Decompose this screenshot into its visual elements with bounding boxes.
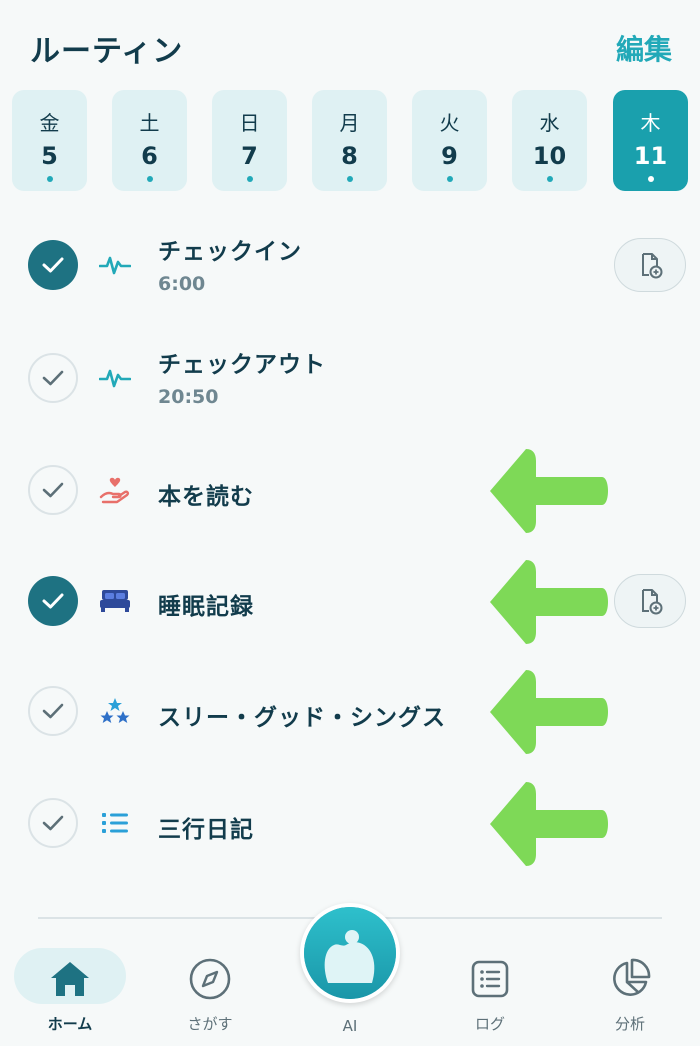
checkmark-icon[interactable] — [28, 353, 78, 403]
activity-dot — [146, 176, 153, 182]
day-of-week: 水 — [539, 111, 560, 135]
routine-time: 6:00 — [158, 273, 206, 295]
bed-icon — [98, 584, 132, 618]
add-note-button[interactable] — [614, 574, 686, 628]
ai-mascot-icon — [304, 907, 396, 999]
nav-analysis[interactable]: 分析 — [570, 919, 690, 1046]
routine-row-three-good-things[interactable]: スリー・グッド・シングス — [0, 656, 700, 766]
activity-dot — [647, 176, 654, 182]
routine-label: 本を読む — [158, 484, 254, 510]
compass-icon — [186, 955, 234, 1003]
page-title: ルーティン — [30, 34, 184, 69]
day-tue[interactable]: 火 9 — [412, 90, 487, 191]
routine-row-read-book[interactable]: 本を読む — [0, 435, 700, 545]
routine-label: 三行日記 — [158, 817, 254, 843]
day-of-week: 土 — [139, 111, 160, 135]
routine-time: 20:50 — [158, 386, 219, 408]
day-thu-selected[interactable]: 木 11 — [613, 90, 688, 191]
activity-dot — [546, 176, 553, 182]
add-note-button[interactable] — [614, 238, 686, 292]
day-mon[interactable]: 月 8 — [312, 90, 387, 191]
day-number: 6 — [141, 142, 158, 170]
routine-label: チェックイン — [158, 239, 302, 265]
day-sat[interactable]: 土 6 — [112, 90, 187, 191]
day-of-week: 月 — [339, 111, 360, 135]
day-of-week: 木 — [640, 111, 661, 135]
day-number: 7 — [241, 142, 258, 170]
nav-label-ai: AI — [342, 1017, 358, 1035]
heart-hand-icon — [98, 473, 132, 507]
left-arrow-annotation — [490, 560, 608, 644]
left-arrow-annotation — [490, 449, 608, 533]
day-number: 10 — [532, 142, 567, 170]
routine-row-checkin[interactable]: チェックイン 6:00 — [0, 210, 700, 320]
nav-home[interactable]: ホーム — [10, 919, 130, 1046]
checkmark-icon[interactable] — [28, 686, 78, 736]
ai-assistant-button[interactable] — [300, 903, 400, 1003]
pulse-icon — [98, 361, 132, 395]
routine-row-checkout[interactable]: チェックアウト 20:50 — [0, 322, 700, 432]
day-wed[interactable]: 水 10 — [512, 90, 587, 191]
day-of-week: 火 — [439, 111, 460, 135]
header: ルーティン 編集 — [0, 0, 700, 90]
left-arrow-annotation — [490, 782, 608, 866]
routine-row-sleep-record[interactable]: 睡眠記録 — [0, 545, 700, 655]
day-of-week: 金 — [39, 111, 60, 135]
nav-log[interactable]: ログ — [430, 919, 550, 1046]
checkmark-icon[interactable] — [28, 240, 78, 290]
activity-dot — [246, 176, 253, 182]
nav-label: さがす — [187, 1015, 233, 1033]
edit-button[interactable]: 編集 — [616, 28, 672, 68]
list-icon — [98, 806, 132, 840]
day-of-week: 日 — [239, 111, 260, 135]
date-strip: 金 5 土 6 日 7 月 8 火 9 水 10 木 11 — [12, 90, 688, 191]
routine-row-three-line-diary[interactable]: 三行日記 — [0, 768, 700, 878]
add-document-icon — [642, 253, 663, 279]
routine-label: スリー・グッド・シングス — [158, 705, 446, 731]
stars-icon — [98, 694, 132, 728]
add-document-icon — [642, 589, 663, 615]
activity-dot — [446, 176, 453, 182]
pie-chart-icon — [606, 955, 654, 1003]
routine-label: チェックアウト — [158, 352, 326, 378]
checkmark-icon[interactable] — [28, 465, 78, 515]
day-sun[interactable]: 日 7 — [212, 90, 287, 191]
log-list-icon — [466, 955, 514, 1003]
day-fri[interactable]: 金 5 — [12, 90, 87, 191]
day-number: 9 — [441, 142, 458, 170]
checkmark-icon[interactable] — [28, 798, 78, 848]
left-arrow-annotation — [490, 670, 608, 754]
nav-label: ホーム — [47, 1015, 93, 1033]
routine-label: 睡眠記録 — [158, 594, 254, 620]
nav-label: ログ — [474, 1015, 505, 1033]
day-number: 8 — [341, 142, 358, 170]
pulse-icon — [98, 248, 132, 282]
checkmark-icon[interactable] — [28, 576, 78, 626]
day-number: 11 — [633, 142, 668, 170]
home-icon — [46, 955, 94, 1003]
day-number: 5 — [41, 142, 58, 170]
activity-dot — [346, 176, 353, 182]
activity-dot — [46, 176, 53, 182]
nav-explore[interactable]: さがす — [150, 919, 270, 1046]
nav-label: 分析 — [614, 1015, 645, 1033]
